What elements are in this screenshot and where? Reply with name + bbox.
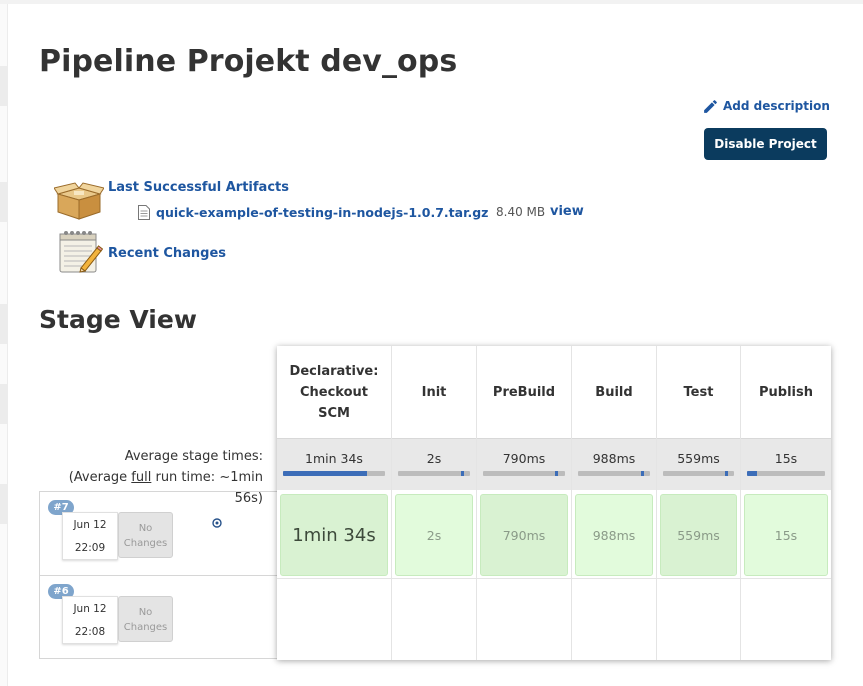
artifact-file-link[interactable]: quick-example-of-testing-in-nodejs-1.0.7… [156,205,488,220]
build-changes[interactable]: No Changes [118,512,173,558]
build-history: #7 Jun 12 22:09 No Changes #6 Jun 12 22:… [39,491,277,659]
last-successful-artifacts-link[interactable]: Last Successful Artifacts [108,180,289,195]
full-run-link[interactable]: full [131,470,151,485]
stage-average: 559ms [657,438,740,490]
stage-cell-success[interactable]: 559ms [660,494,737,576]
artifact-file-row: quick-example-of-testing-in-nodejs-1.0.7… [138,204,584,221]
notepad-icon [59,231,103,273]
row-divider [277,578,831,579]
stage-average: 790ms [477,438,571,490]
stage-progress-fill [555,471,559,476]
stage-progress-fill [725,471,729,476]
stage-progress-bar [483,471,565,476]
stage-progress-fill [461,471,465,476]
stage-progress-fill [641,471,645,476]
stage-progress-fill [747,471,758,476]
stage-header: Publish [759,384,813,400]
stage-progress-bar [283,471,385,476]
stage-progress-bar [663,471,734,476]
stage-column-prebuild: PreBuild 790ms 790ms [477,346,572,660]
stage-average: 15s [741,438,831,490]
stage-header: PreBuild [492,384,556,400]
stage-average: 988ms [572,438,656,490]
stage-average-time: 1min 34s [305,451,363,466]
package-icon [54,182,104,220]
stage-progress-fill [283,471,367,476]
stage-column-test: Test 559ms 559ms [657,346,741,660]
artifact-view-link[interactable]: view [550,204,584,219]
stage-progress-bar [747,471,825,476]
build-changes[interactable]: No Changes [118,596,173,642]
stage-header: Declarative: Checkout SCM [289,363,379,421]
average-stage-times-text: Average stage times: [124,449,263,464]
stage-column-build: Build 988ms 988ms [572,346,657,660]
build-row-7: #7 Jun 12 22:09 No Changes [39,491,277,575]
build-time: 22:09 [74,542,106,554]
disable-project-button[interactable]: Disable Project [704,128,827,160]
build-time: 22:08 [74,626,106,638]
stage-cell-success[interactable]: 988ms [575,494,653,576]
top-border [0,0,863,4]
stage-column-publish: Publish 15s 15s [741,346,831,660]
stage-average: 2s [392,438,476,490]
stage-view-title: Stage View [39,305,197,334]
build-date-card: Jun 12 22:08 [62,596,118,644]
add-description-label: Add description [723,99,830,113]
add-description-link[interactable]: Add description [702,97,830,115]
stage-header: Test [683,384,714,400]
side-panel-edge [0,4,8,686]
build-date: Jun 12 [73,519,107,531]
file-icon [138,205,150,220]
stage-cell-success[interactable]: 2s [395,494,473,576]
stage-average-time: 988ms [592,451,636,466]
stage-average: 1min 34s [277,438,391,490]
stage-column-checkout: Declarative: Checkout SCM 1min 34s 1min … [277,346,392,660]
stage-progress-bar [578,471,650,476]
pencil-icon [704,99,717,113]
build-date-card: Jun 12 22:09 [62,512,118,560]
stage-progress-bar [398,471,470,476]
stage-cell-success[interactable]: 1min 34s [280,494,388,576]
stage-header: Init [421,384,447,400]
build-date: Jun 12 [73,603,107,615]
stage-average-time: 15s [774,451,798,466]
stage-average-time: 559ms [677,451,720,466]
artifact-file-size: 8.40 MB [496,205,546,219]
page-title: Pipeline Projekt dev_ops [39,44,458,79]
info-circle-icon[interactable] [212,518,222,528]
stage-cell-success[interactable]: 15s [744,494,828,576]
stage-average-time: 790ms [502,451,546,466]
stage-view-table: Declarative: Checkout SCM 1min 34s 1min … [277,346,831,660]
stage-column-init: Init 2s 2s [392,346,477,660]
stage-cell-success[interactable]: 790ms [480,494,568,576]
stage-average-time: 2s [426,451,442,466]
recent-changes-link[interactable]: Recent Changes [108,246,226,261]
average-run-time-text: (Average full run time: ~1min [68,470,263,485]
stage-header: Build [595,384,633,400]
build-row-6: #6 Jun 12 22:08 No Changes [39,575,277,659]
